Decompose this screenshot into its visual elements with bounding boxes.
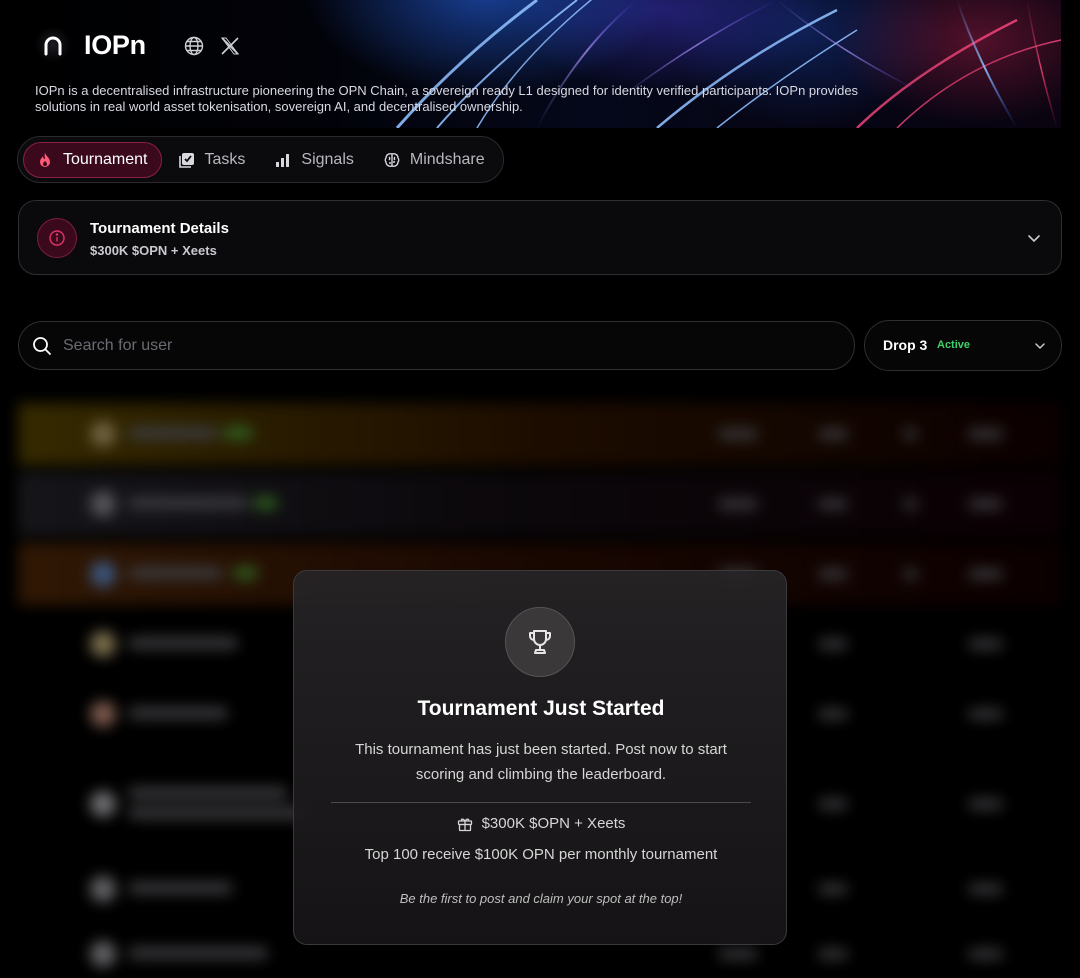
info-icon: [37, 218, 77, 258]
call-to-action-text: Be the first to post and claim your spot…: [399, 891, 683, 906]
bar-chart-icon: [275, 152, 291, 168]
x-icon[interactable]: [219, 35, 241, 57]
tab-signals[interactable]: Signals: [262, 142, 366, 178]
project-description: IOPn is a decentralised infrastructure p…: [35, 83, 859, 114]
drop-label: Drop 3: [883, 337, 928, 353]
tab-label: Mindshare: [409, 150, 485, 168]
drop-status-badge: Active: [937, 339, 971, 351]
dialog-title: Tournament Just Started: [417, 697, 665, 720]
table-row: [18, 403, 1062, 465]
tab-tournament[interactable]: Tournament: [23, 141, 162, 178]
user-search: [18, 321, 855, 370]
table-row: [18, 473, 1062, 535]
tournament-details-panel[interactable]: Tournament Details $300K $OPN + Xeets: [18, 200, 1062, 275]
trophy-icon: [505, 607, 575, 677]
dialog-message: This tournament has just been started. P…: [355, 741, 727, 783]
prize-pool: $300K $OPN + Xeets: [294, 815, 788, 832]
tab-tasks[interactable]: Tasks: [166, 142, 259, 178]
section-tabs: Tournament Tasks Signals Mindshare: [17, 136, 504, 183]
tournament-started-dialog: Tournament Just Started This tournament …: [293, 570, 787, 945]
search-icon: [33, 337, 51, 355]
details-subtitle: $300K $OPN + Xeets: [90, 243, 217, 258]
gift-icon: [457, 817, 472, 831]
flame-icon: [37, 152, 53, 168]
tab-label: Tasks: [204, 150, 246, 168]
chevron-down-icon[interactable]: [1025, 229, 1043, 247]
globe-icon[interactable]: [183, 35, 205, 57]
brain-icon: [384, 152, 400, 168]
iopn-logo-icon: [35, 28, 71, 64]
divider: [331, 802, 751, 803]
chevron-down-icon: [1035, 343, 1045, 350]
drop-selector[interactable]: Drop 3 Active: [864, 320, 1062, 371]
project-name: IOPn: [84, 30, 146, 60]
details-title: Tournament Details: [90, 220, 229, 237]
tab-label: Signals: [301, 150, 354, 168]
top-reward-text: Top 100 receive $100K OPN per monthly to…: [364, 846, 718, 863]
tab-label: Tournament: [63, 150, 148, 168]
search-input[interactable]: [63, 322, 833, 369]
checkbox-stack-icon: [178, 152, 195, 168]
prize-text: $300K $OPN + Xeets: [481, 815, 626, 832]
tab-mindshare[interactable]: Mindshare: [371, 142, 498, 178]
